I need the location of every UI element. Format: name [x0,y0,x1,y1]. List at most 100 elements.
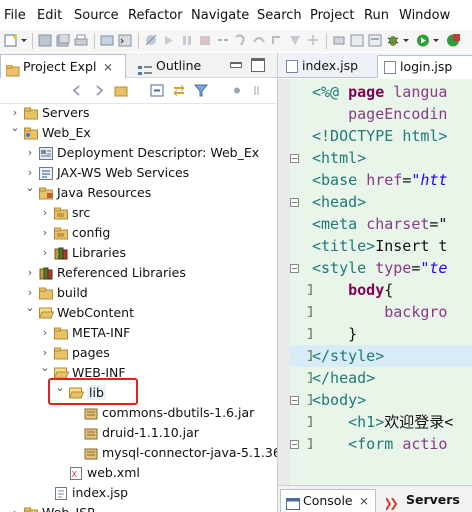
tree-node-servers[interactable]: › Servers [0,104,277,124]
close-icon[interactable]: ⨯ [359,490,369,512]
maximize-icon[interactable] [251,58,265,72]
tree-node-mysql-connector-java-5-1-36[interactable]: mysql-connector-java-5.1.36 [0,444,277,464]
chevron-right-icon[interactable]: › [10,506,20,512]
tree-node-meta-inf[interactable]: › META-INF [0,324,277,344]
tree-node-web-jsp[interactable]: › Web_JSP [0,504,277,512]
menu-item-file[interactable]: File [4,8,26,23]
save-icon[interactable] [38,34,52,47]
menu-item-edit[interactable]: Edit [37,8,62,23]
filter-icon[interactable] [193,84,209,97]
coverage-icon[interactable] [446,34,460,47]
link-with-editor-icon[interactable] [172,84,186,97]
up-icon[interactable] [114,84,128,97]
drop-to-frame-icon[interactable] [288,34,302,47]
tree-node-libraries[interactable]: › Libraries [0,244,277,264]
chevron-right-icon[interactable]: › [25,266,35,279]
tree-node-deployment-descriptor-web-ex[interactable]: › Deployment Descriptor: Web_Ex [0,144,277,164]
tab-outline[interactable]: Outline [134,54,214,78]
view-menu-icon[interactable] [230,84,244,97]
tree-node-build[interactable]: › build [0,284,277,304]
tree-node-webcontent[interactable]: ⌄ WebContent [0,301,277,324]
view-menu-dropdown-icon[interactable] [252,84,266,97]
chevron-right-icon[interactable]: › [40,346,50,359]
chevron-right-icon[interactable]: › [40,226,50,239]
tree-node-lib[interactable]: ⌄ lib [0,381,277,404]
code-token: <form [348,435,403,453]
back-icon[interactable] [70,84,84,97]
forward-icon[interactable] [92,84,106,97]
tab-console[interactable]: Console ⨯ [280,489,376,512]
menu-item-search[interactable]: Search [257,8,302,23]
menu-item-project[interactable]: Project [310,8,354,23]
fold-toggle-icon[interactable]: − [290,440,299,449]
editor-tab-login-jsp[interactable]: login.jsp [377,55,472,78]
debug-icon[interactable] [386,34,400,47]
tree-node-referenced-libraries[interactable]: › Referenced Libraries [0,264,277,284]
disconnect-icon[interactable] [216,34,230,47]
close-icon[interactable]: ⨯ [103,55,113,79]
tree-node-src[interactable]: › src [0,204,277,224]
new-icon[interactable] [4,34,18,47]
print-icon[interactable] [74,34,88,47]
new-dropdown-icon[interactable] [20,34,28,47]
menu-item-run[interactable]: Run [364,8,389,23]
folder-icon [39,287,53,300]
fold-toggle-icon[interactable]: − [290,154,299,163]
editor-tab-index-jsp[interactable]: index.jsp [280,55,370,78]
tree-node-label: src [72,205,91,220]
server-icon[interactable] [100,34,114,47]
save-all-icon[interactable] [56,33,70,47]
chevron-right-icon[interactable]: › [25,146,35,159]
chevron-right-icon[interactable]: › [40,206,50,219]
run-icon[interactable] [416,34,430,47]
step-into-icon[interactable] [234,34,248,47]
tab-project-explorer[interactable]: Project Expl ⨯ [0,54,126,78]
menu-item-refactor[interactable]: Refactor [128,8,183,23]
chevron-right-icon[interactable]: › [10,106,20,119]
chevron-right-icon[interactable]: › [25,166,35,179]
tree-node-web-inf[interactable]: ⌄ WEB-INF [0,361,277,384]
collapse-all-icon[interactable] [150,84,164,97]
build-icon[interactable] [332,34,346,47]
tab-servers[interactable]: Servers [382,489,472,512]
step-return-icon[interactable] [270,34,284,47]
tree-node-java-resources[interactable]: ⌄ Java Resources [0,181,277,204]
use-step-filters-icon[interactable] [306,34,320,47]
chevron-down-icon[interactable]: ⌄ [10,121,20,134]
tree-node-web-xml[interactable]: Xweb.xml [0,464,277,484]
chevron-down-icon[interactable]: ⌄ [40,361,50,374]
console-icon [286,495,300,510]
jar-file-icon [84,407,98,420]
minimize-icon[interactable] [230,62,242,68]
tree-node-web-ex[interactable]: ⌄ Web_Ex [0,121,277,144]
code-token: <title> [312,237,376,255]
code-area[interactable]: <%@ page langua pageEncodin <!DOCTYPE htm… [312,79,472,485]
run-dropdown-icon[interactable] [432,34,440,47]
code-token: "htt [411,171,448,189]
debug-dropdown-icon[interactable] [402,34,410,47]
chevron-down-icon[interactable]: ⌄ [25,301,35,314]
tree-node-config[interactable]: › config [0,224,277,244]
tree-node-index-jsp[interactable]: index.jsp [0,484,277,504]
tree-node-druid-1-1-10-jar[interactable]: druid-1.1.10.jar [0,424,277,444]
fold-toggle-icon[interactable]: − [290,198,299,207]
open-type-icon[interactable] [368,34,382,47]
menu-item-source[interactable]: Source [74,8,119,23]
terminate-icon[interactable] [198,34,212,47]
chevron-right-icon[interactable]: › [25,286,35,299]
chevron-right-icon[interactable]: › [40,246,50,259]
resume-icon[interactable] [162,34,176,47]
step-over-icon[interactable] [252,34,266,47]
fold-toggle-icon[interactable]: − [290,264,299,273]
tree-node-commons-dbutils-1-6-jar[interactable]: commons-dbutils-1.6.jar [0,404,277,424]
menu-item-navigate[interactable]: Navigate [191,8,249,23]
chevron-right-icon[interactable]: › [40,326,50,339]
external-tools-icon[interactable] [350,34,364,47]
fold-toggle-icon[interactable]: − [290,396,299,405]
chevron-down-icon[interactable]: ⌄ [25,181,35,194]
skip-breakpoints-icon[interactable] [144,34,158,47]
suspend-icon[interactable] [180,34,194,47]
tree-node-jax-ws-web-services[interactable]: › JAX-WS Web Services [0,164,277,184]
menu-item-window[interactable]: Window [399,8,450,23]
terminal-icon[interactable] [118,34,132,47]
